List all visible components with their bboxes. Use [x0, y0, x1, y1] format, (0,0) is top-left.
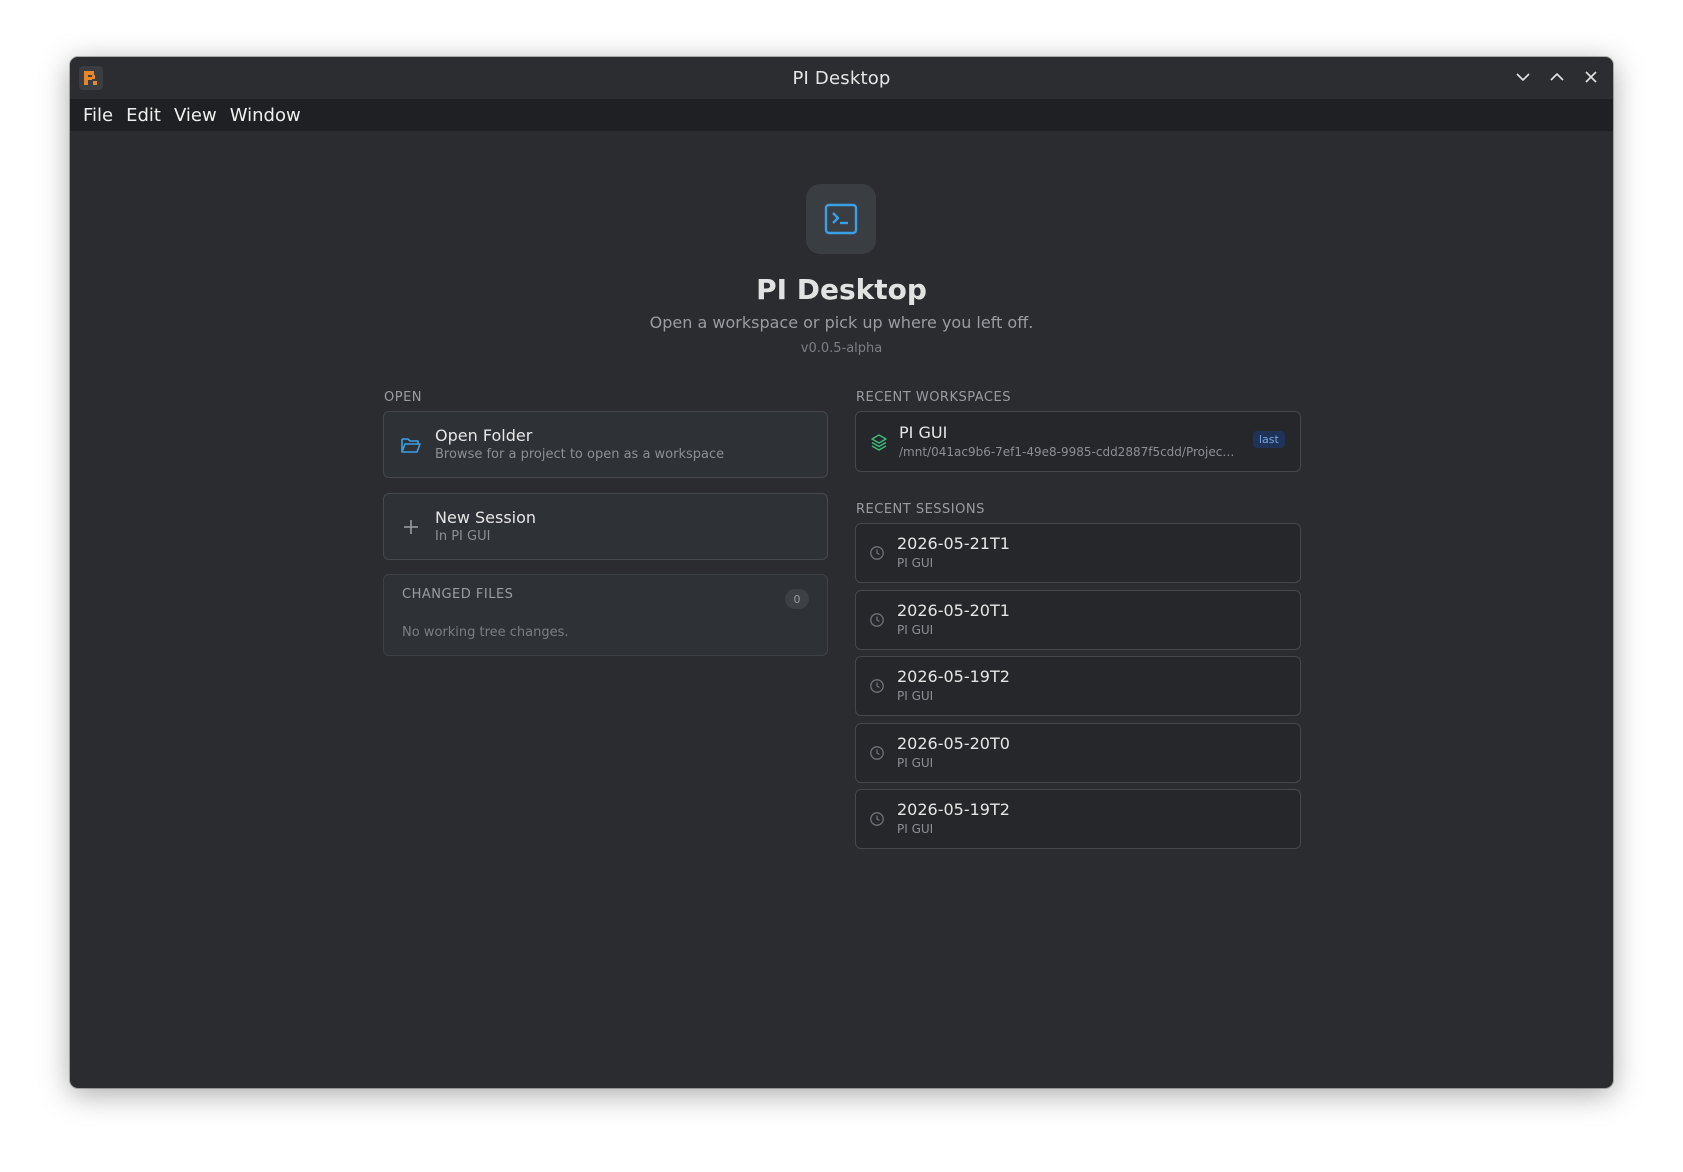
- session-title: 2026-05-21T1: [897, 534, 1010, 553]
- window-controls: [1511, 65, 1603, 89]
- session-workspace: PI GUI: [897, 622, 934, 637]
- app-logo-icon: [79, 66, 103, 90]
- session-title: 2026-05-20T1: [897, 600, 1010, 620]
- recent-workspaces-label: RECENT WORKSPACES: [856, 390, 1011, 405]
- menu-file[interactable]: File: [77, 105, 119, 126]
- menu-view[interactable]: View: [168, 105, 223, 126]
- session-item[interactable]: 2026-05-21T1 PI GUI: [855, 523, 1301, 583]
- open-folder-button[interactable]: Open Folder Browse for a project to open…: [383, 411, 828, 478]
- session-item[interactable]: 2026-05-20T0 PI GUI: [855, 722, 1301, 783]
- app-window: PI Desktop File Edit View Window PI Desk…: [70, 57, 1613, 1088]
- welcome-screen: PI Desktop Open a workspace or pick up w…: [70, 131, 1613, 1088]
- session-item[interactable]: 2026-05-19T2 PI GUI: [855, 789, 1301, 849]
- session-title: 2026-05-19T2: [897, 667, 1010, 686]
- menu-edit[interactable]: Edit: [120, 105, 167, 126]
- plus-icon: [401, 517, 421, 537]
- clock-icon: [868, 611, 886, 629]
- menu-bar: File Edit View Window: [70, 99, 1613, 131]
- chevron-up-icon: [1550, 72, 1564, 81]
- session-title: 2026-05-20T0: [897, 733, 1010, 753]
- maximize-button[interactable]: [1545, 65, 1569, 89]
- open-section-label: OPEN: [384, 390, 423, 405]
- close-button[interactable]: [1579, 65, 1603, 89]
- open-folder-title: Open Folder: [435, 426, 533, 445]
- workspace-item[interactable]: PI GUI /mnt/041ac9b6-7ef1-49e8-9985-cdd2…: [855, 411, 1301, 472]
- workspace-name: PI GUI: [899, 423, 948, 442]
- version-label: v0.0.5-alpha: [800, 341, 883, 356]
- new-session-subtitle: In PI GUI: [435, 529, 491, 544]
- clock-icon: [868, 677, 886, 695]
- window-title: PI Desktop: [792, 67, 891, 89]
- changed-files-count: 0: [785, 589, 809, 609]
- changed-files-label: CHANGED FILES: [402, 587, 514, 602]
- new-session-button[interactable]: New Session In PI GUI: [383, 493, 828, 560]
- clock-icon: [868, 544, 886, 562]
- menu-window[interactable]: Window: [224, 105, 307, 126]
- session-title: 2026-05-19T2: [897, 800, 1010, 819]
- last-badge: last: [1253, 431, 1285, 448]
- close-icon: [1585, 71, 1597, 83]
- layers-icon: [869, 432, 889, 452]
- title-bar[interactable]: PI Desktop: [70, 57, 1613, 99]
- session-item[interactable]: 2026-05-19T2 PI GUI: [855, 656, 1301, 716]
- session-workspace: PI GUI: [897, 755, 934, 770]
- new-session-title: New Session: [435, 508, 537, 527]
- changed-files-empty-text: No working tree changes.: [402, 625, 569, 640]
- session-workspace: PI GUI: [897, 556, 934, 570]
- session-workspace: PI GUI: [897, 689, 934, 703]
- clock-icon: [868, 810, 886, 828]
- changed-files-panel: CHANGED FILES 0 No working tree changes.: [383, 574, 828, 656]
- page-subtitle: Open a workspace or pick up where you le…: [649, 313, 1034, 332]
- chevron-down-icon: [1516, 73, 1530, 82]
- terminal-icon: [806, 184, 876, 254]
- recent-sessions-label: RECENT SESSIONS: [856, 502, 985, 517]
- open-folder-subtitle: Browse for a project to open as a worksp…: [435, 447, 725, 462]
- folder-open-icon: [400, 434, 422, 456]
- clock-icon: [868, 744, 886, 762]
- session-item[interactable]: 2026-05-20T1 PI GUI: [855, 589, 1301, 650]
- page-title: PI Desktop: [756, 273, 927, 306]
- workspace-path: /mnt/041ac9b6-7ef1-49e8-9985-cdd2887f5cd…: [899, 445, 1239, 459]
- session-workspace: PI GUI: [897, 822, 934, 836]
- minimize-button[interactable]: [1511, 65, 1535, 89]
